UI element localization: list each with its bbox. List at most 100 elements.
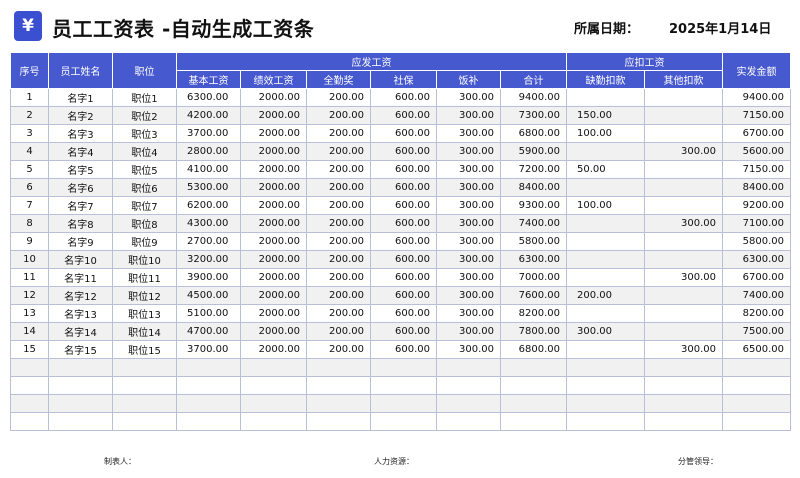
cell-net[interactable]: 8400.00 <box>722 178 791 197</box>
cell-position[interactable]: 职位10 <box>112 250 177 269</box>
cell-absence[interactable] <box>566 268 645 287</box>
empty-cell[interactable] <box>722 376 791 395</box>
cell-base[interactable]: 3700.00 <box>176 124 241 143</box>
empty-cell[interactable] <box>48 358 113 377</box>
cell-total[interactable]: 7400.00 <box>500 214 567 233</box>
cell-other[interactable] <box>644 124 723 143</box>
cell-base[interactable]: 5300.00 <box>176 178 241 197</box>
empty-cell[interactable] <box>566 394 645 413</box>
cell-seq[interactable]: 1 <box>10 88 49 107</box>
cell-name[interactable]: 名字2 <box>48 106 113 125</box>
cell-base[interactable]: 3900.00 <box>176 268 241 287</box>
cell-absence[interactable]: 100.00 <box>566 124 645 143</box>
cell-social[interactable]: 600.00 <box>370 232 437 251</box>
cell-absence[interactable]: 200.00 <box>566 286 645 305</box>
cell-social[interactable]: 600.00 <box>370 268 437 287</box>
cell-meal[interactable]: 300.00 <box>436 232 501 251</box>
cell-other[interactable] <box>644 106 723 125</box>
col-header-position[interactable]: 职位 <box>112 52 177 89</box>
empty-cell[interactable] <box>436 358 501 377</box>
cell-meal[interactable]: 300.00 <box>436 178 501 197</box>
cell-social[interactable]: 600.00 <box>370 304 437 323</box>
cell-social[interactable]: 600.00 <box>370 250 437 269</box>
cell-name[interactable]: 名字1 <box>48 88 113 107</box>
cell-seq[interactable]: 9 <box>10 232 49 251</box>
cell-attendance[interactable]: 200.00 <box>306 304 371 323</box>
cell-name[interactable]: 名字14 <box>48 322 113 341</box>
cell-absence[interactable]: 50.00 <box>566 160 645 179</box>
cell-perf[interactable]: 2000.00 <box>240 340 307 359</box>
cell-meal[interactable]: 300.00 <box>436 322 501 341</box>
cell-absence[interactable]: 300.00 <box>566 322 645 341</box>
cell-total[interactable]: 7200.00 <box>500 160 567 179</box>
cell-attendance[interactable]: 200.00 <box>306 178 371 197</box>
col-header-seq[interactable]: 序号 <box>10 52 49 89</box>
cell-absence[interactable] <box>566 214 645 233</box>
cell-name[interactable]: 名字13 <box>48 304 113 323</box>
empty-cell[interactable] <box>10 412 49 431</box>
cell-net[interactable]: 7500.00 <box>722 322 791 341</box>
cell-total[interactable]: 9400.00 <box>500 88 567 107</box>
cell-position[interactable]: 职位2 <box>112 106 177 125</box>
cell-seq[interactable]: 8 <box>10 214 49 233</box>
empty-cell[interactable] <box>48 412 113 431</box>
empty-cell[interactable] <box>436 394 501 413</box>
empty-cell[interactable] <box>10 376 49 395</box>
cell-social[interactable]: 600.00 <box>370 340 437 359</box>
empty-cell[interactable] <box>566 376 645 395</box>
cell-attendance[interactable]: 200.00 <box>306 160 371 179</box>
cell-position[interactable]: 职位7 <box>112 196 177 215</box>
cell-total[interactable]: 7300.00 <box>500 106 567 125</box>
cell-attendance[interactable]: 200.00 <box>306 268 371 287</box>
cell-perf[interactable]: 2000.00 <box>240 322 307 341</box>
cell-total[interactable]: 8400.00 <box>500 178 567 197</box>
cell-position[interactable]: 职位3 <box>112 124 177 143</box>
date-value[interactable]: 2025年1月14日 <box>669 18 771 37</box>
empty-cell[interactable] <box>566 358 645 377</box>
cell-meal[interactable]: 300.00 <box>436 286 501 305</box>
empty-cell[interactable] <box>306 376 371 395</box>
cell-perf[interactable]: 2000.00 <box>240 250 307 269</box>
cell-name[interactable]: 名字4 <box>48 142 113 161</box>
cell-position[interactable]: 职位12 <box>112 286 177 305</box>
cell-attendance[interactable]: 200.00 <box>306 286 371 305</box>
cell-other[interactable] <box>644 196 723 215</box>
cell-absence[interactable] <box>566 304 645 323</box>
cell-perf[interactable]: 2000.00 <box>240 196 307 215</box>
cell-meal[interactable]: 300.00 <box>436 88 501 107</box>
cell-base[interactable]: 6300.00 <box>176 88 241 107</box>
empty-cell[interactable] <box>500 394 567 413</box>
cell-perf[interactable]: 2000.00 <box>240 304 307 323</box>
cell-position[interactable]: 职位11 <box>112 268 177 287</box>
cell-position[interactable]: 职位9 <box>112 232 177 251</box>
cell-net[interactable]: 6700.00 <box>722 124 791 143</box>
cell-absence[interactable] <box>566 250 645 269</box>
cell-attendance[interactable]: 200.00 <box>306 340 371 359</box>
cell-net[interactable]: 9400.00 <box>722 88 791 107</box>
empty-cell[interactable] <box>10 394 49 413</box>
cell-position[interactable]: 职位5 <box>112 160 177 179</box>
col-group-payable[interactable]: 应发工资 <box>176 52 567 71</box>
cell-total[interactable]: 9300.00 <box>500 196 567 215</box>
cell-net[interactable]: 9200.00 <box>722 196 791 215</box>
cell-absence[interactable] <box>566 340 645 359</box>
col-header-base[interactable]: 基本工资 <box>176 70 241 89</box>
cell-name[interactable]: 名字8 <box>48 214 113 233</box>
empty-cell[interactable] <box>240 376 307 395</box>
cell-perf[interactable]: 2000.00 <box>240 286 307 305</box>
cell-absence[interactable]: 100.00 <box>566 196 645 215</box>
col-header-attendance[interactable]: 全勤奖 <box>306 70 371 89</box>
cell-social[interactable]: 600.00 <box>370 286 437 305</box>
empty-cell[interactable] <box>370 394 437 413</box>
col-header-net[interactable]: 实发金额 <box>722 52 791 89</box>
cell-net[interactable]: 6700.00 <box>722 268 791 287</box>
cell-name[interactable]: 名字11 <box>48 268 113 287</box>
cell-perf[interactable]: 2000.00 <box>240 106 307 125</box>
cell-other[interactable]: 300.00 <box>644 214 723 233</box>
empty-cell[interactable] <box>722 412 791 431</box>
cell-position[interactable]: 职位15 <box>112 340 177 359</box>
cell-total[interactable]: 7800.00 <box>500 322 567 341</box>
cell-seq[interactable]: 2 <box>10 106 49 125</box>
cell-base[interactable]: 2800.00 <box>176 142 241 161</box>
cell-perf[interactable]: 2000.00 <box>240 268 307 287</box>
